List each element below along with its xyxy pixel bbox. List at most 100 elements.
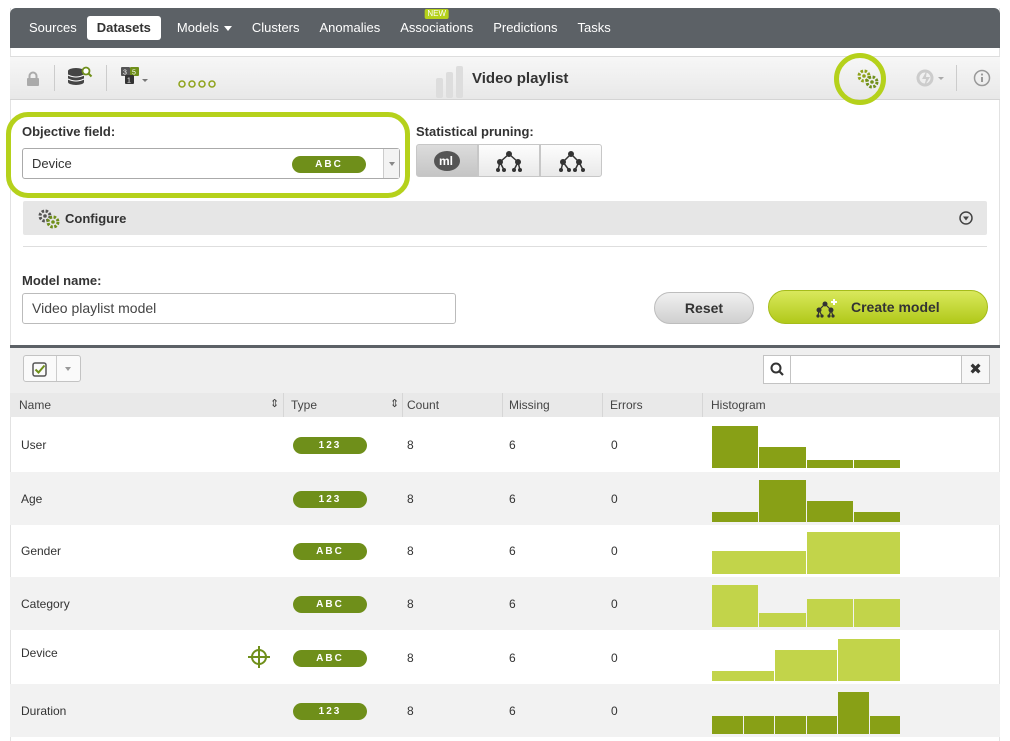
dataset-search-icon[interactable] [67, 66, 93, 93]
table-header: Name ⇕ Type ⇕ Count Missing Errors Histo… [10, 393, 1000, 417]
chevron-down-icon[interactable] [65, 367, 71, 371]
nav-item-datasets[interactable]: Datasets [86, 16, 161, 40]
histogram-bar [806, 501, 853, 522]
caret-down-icon [223, 26, 232, 32]
lock-icon[interactable] [26, 71, 40, 92]
field-missing: 6 [509, 438, 516, 452]
search-input[interactable] [790, 355, 962, 384]
select-fields-button[interactable] [23, 355, 81, 382]
histogram-bar [806, 532, 900, 574]
objective-select[interactable]: Device ABC [22, 148, 400, 179]
table-row[interactable]: User 123 8 6 0 [10, 418, 1000, 471]
field-errors: 0 [611, 544, 618, 558]
one-click-icon[interactable] [915, 68, 945, 93]
field-count: 8 [407, 544, 414, 558]
histogram-bar [712, 511, 759, 522]
histogram-bar [838, 692, 869, 734]
histogram-bar [853, 511, 900, 522]
create-model-label: Create model [851, 299, 940, 315]
create-model-button[interactable]: Create model [768, 290, 988, 324]
chevron-down-icon[interactable] [383, 149, 399, 178]
field-errors: 0 [611, 651, 618, 665]
histogram [712, 528, 902, 574]
histogram [712, 635, 902, 681]
col-type[interactable]: Type [291, 398, 317, 412]
nav-item-anomalies[interactable]: Anomalies [310, 16, 391, 40]
pruning-smart-button[interactable]: ml [416, 144, 478, 177]
model-name-input[interactable]: Video playlist model [22, 293, 456, 324]
field-name: Duration [21, 704, 67, 718]
nav-item-label: Sources [29, 20, 77, 35]
histogram [712, 581, 902, 627]
top-nav: Sources Datasets Models Clusters Anomalies As… [10, 8, 1000, 48]
nav-item-models[interactable]: Models [167, 16, 242, 40]
histogram-bar [759, 480, 806, 522]
nav-item-clusters[interactable]: Clusters [242, 16, 310, 40]
field-name: Age [21, 492, 43, 506]
histogram-bar [806, 459, 853, 468]
new-badge: NEW [424, 9, 450, 19]
field-name: Gender [21, 544, 62, 558]
field-name: Device [21, 646, 58, 660]
reset-button[interactable]: Reset [654, 292, 754, 324]
objective-value: Device [32, 156, 72, 171]
checkbox-icon [32, 362, 47, 382]
configure-panel[interactable]: Configure [23, 201, 987, 235]
nav-item-label: Tasks [577, 20, 611, 35]
nav-item-label: Models [176, 20, 219, 35]
table-row[interactable]: Gender ABC 8 6 0 [10, 524, 1000, 577]
histogram [712, 476, 902, 522]
table-row[interactable]: Duration 123 8 6 0 [10, 684, 1000, 737]
nav-item-sources[interactable]: Sources [19, 16, 87, 40]
field-type-tag: 123 [293, 437, 367, 454]
configure-label: Configure [65, 211, 127, 226]
info-icon[interactable] [973, 69, 991, 92]
toolbar-divider [106, 65, 107, 91]
field-missing: 6 [509, 597, 516, 611]
target-icon [247, 645, 271, 672]
field-missing: 6 [509, 704, 516, 718]
objective-type-tag: ABC [292, 156, 366, 173]
field-count: 8 [407, 704, 414, 718]
nav-item-predictions[interactable]: Predictions [483, 16, 567, 40]
svg-text:1: 1 [127, 78, 131, 85]
search-icon[interactable] [763, 355, 791, 384]
field-count: 8 [407, 492, 414, 506]
pruning-none-button[interactable] [540, 144, 602, 177]
histogram-bar [806, 715, 837, 734]
nav-item-label: Datasets [96, 20, 151, 35]
nav-item-associations[interactable]: Associations NEW [390, 9, 483, 40]
model-name-label: Model name: [22, 273, 102, 288]
histogram-bar [712, 585, 759, 627]
dots-icon[interactable] [178, 75, 218, 93]
field-missing: 6 [509, 544, 516, 558]
histogram-bar [712, 426, 759, 468]
svg-text:5: 5 [132, 70, 136, 77]
sort-icon[interactable]: ⇕ [270, 397, 279, 410]
histogram-bar [775, 649, 837, 681]
table-row[interactable]: Device ABC 8 6 0 [10, 631, 1000, 684]
table-row[interactable]: Category ABC 8 6 0 [10, 577, 1000, 630]
field-type-tag: 123 [293, 703, 367, 720]
pruning-label: Statistical pruning: [416, 124, 534, 139]
col-histogram: Histogram [711, 398, 766, 412]
histogram-bar [712, 670, 774, 681]
histogram-bar [853, 598, 900, 627]
svg-text:3: 3 [123, 70, 127, 77]
table-row[interactable]: Age 123 8 6 0 [10, 472, 1000, 525]
fields-icon[interactable]: 351 [120, 66, 150, 91]
field-errors: 0 [611, 492, 618, 506]
nav-item-label: Predictions [493, 20, 558, 35]
nav-item-tasks[interactable]: Tasks [568, 16, 621, 40]
field-errors: 0 [611, 704, 618, 718]
field-type-tag: ABC [293, 650, 367, 667]
histogram-bar [853, 459, 900, 468]
close-icon[interactable]: ✖ [962, 355, 990, 384]
col-name[interactable]: Name [19, 398, 51, 412]
sort-icon[interactable]: ⇕ [390, 397, 399, 410]
field-name: Category [21, 597, 70, 611]
nav-item-label: Associations [400, 20, 474, 35]
nav-item-label: Clusters [251, 20, 300, 35]
pruning-statistical-button[interactable] [478, 144, 540, 177]
expand-icon[interactable] [959, 211, 973, 230]
